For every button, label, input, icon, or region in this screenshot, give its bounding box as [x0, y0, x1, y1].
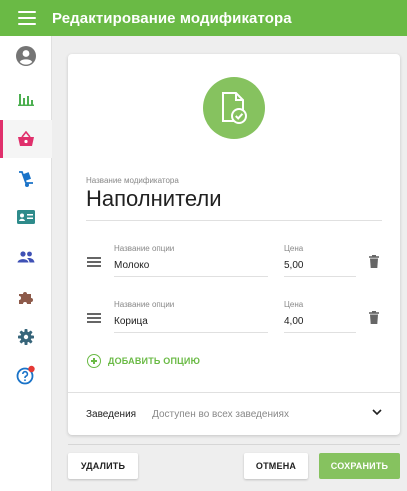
- option-price-label: Цена: [284, 244, 304, 253]
- chevron-down-icon: [372, 409, 382, 416]
- sidebar-item-help[interactable]: [0, 356, 52, 394]
- cancel-button[interactable]: ОТМЕНА: [244, 453, 308, 479]
- sidebar-item-settings[interactable]: [0, 318, 52, 356]
- modifier-name-input[interactable]: Наполнители: [86, 186, 222, 212]
- menu-icon[interactable]: [18, 11, 36, 25]
- venues-value: Доступен во всех заведениях: [152, 408, 289, 420]
- option-price-underline: [284, 332, 356, 333]
- footer-divider: [68, 444, 400, 445]
- option-price-input[interactable]: 5,00: [284, 260, 303, 271]
- drag-handle-icon[interactable]: [87, 257, 101, 267]
- drag-handle-icon[interactable]: [87, 313, 101, 323]
- option-name-underline: [114, 276, 268, 277]
- sidebar: [0, 36, 52, 491]
- modifier-form-card: Название модификатора Наполнители Назван…: [68, 54, 400, 435]
- people-icon: [17, 251, 35, 263]
- sidebar-item-delivery[interactable]: [0, 160, 52, 198]
- option-name-label: Название опции: [114, 300, 175, 309]
- venues-select[interactable]: Заведения Доступен во всех заведениях: [68, 393, 400, 435]
- option-price-underline: [284, 276, 356, 277]
- modifier-name-label: Название модификатора: [86, 176, 179, 185]
- document-check-icon: [203, 77, 265, 139]
- sidebar-item-modules[interactable]: [0, 278, 52, 316]
- modifier-name-underline: [86, 220, 382, 221]
- help-circle-icon: [16, 365, 35, 385]
- option-name-input[interactable]: Корица: [114, 316, 148, 327]
- option-price-input[interactable]: 4,00: [284, 316, 303, 327]
- bar-chart-icon: [18, 94, 34, 106]
- save-button[interactable]: СОХРАНИТЬ: [319, 453, 400, 479]
- add-option-label: ДОБАВИТЬ ОПЦИЮ: [108, 356, 201, 366]
- option-name-label: Название опции: [114, 244, 175, 253]
- hand-truck-icon: [19, 171, 33, 187]
- id-card-icon: [17, 210, 35, 224]
- page-title: Редактирование модификатора: [52, 9, 292, 27]
- trash-icon[interactable]: [369, 255, 379, 268]
- sidebar-item-profile[interactable]: [0, 37, 52, 75]
- sidebar-item-clients[interactable]: [0, 238, 52, 276]
- venues-label: Заведения: [86, 408, 137, 420]
- basket-icon: [18, 131, 34, 146]
- sidebar-item-products[interactable]: [0, 120, 52, 158]
- option-price-label: Цена: [284, 300, 304, 309]
- gear-icon: [18, 329, 34, 345]
- option-name-input[interactable]: Молоко: [114, 260, 149, 271]
- puzzle-icon: [19, 292, 33, 304]
- delete-button[interactable]: УДАЛИТЬ: [68, 453, 138, 479]
- sidebar-item-reports[interactable]: [0, 80, 52, 118]
- notification-badge: [28, 365, 35, 373]
- trash-icon[interactable]: [369, 311, 379, 324]
- sidebar-item-cards[interactable]: [0, 198, 52, 236]
- add-option-button[interactable]: ДОБАВИТЬ ОПЦИЮ: [87, 354, 200, 368]
- app-bar: Редактирование модификатора: [0, 0, 407, 36]
- add-circle-icon: [87, 354, 101, 368]
- option-name-underline: [114, 332, 268, 333]
- user-circle-icon: [16, 46, 36, 66]
